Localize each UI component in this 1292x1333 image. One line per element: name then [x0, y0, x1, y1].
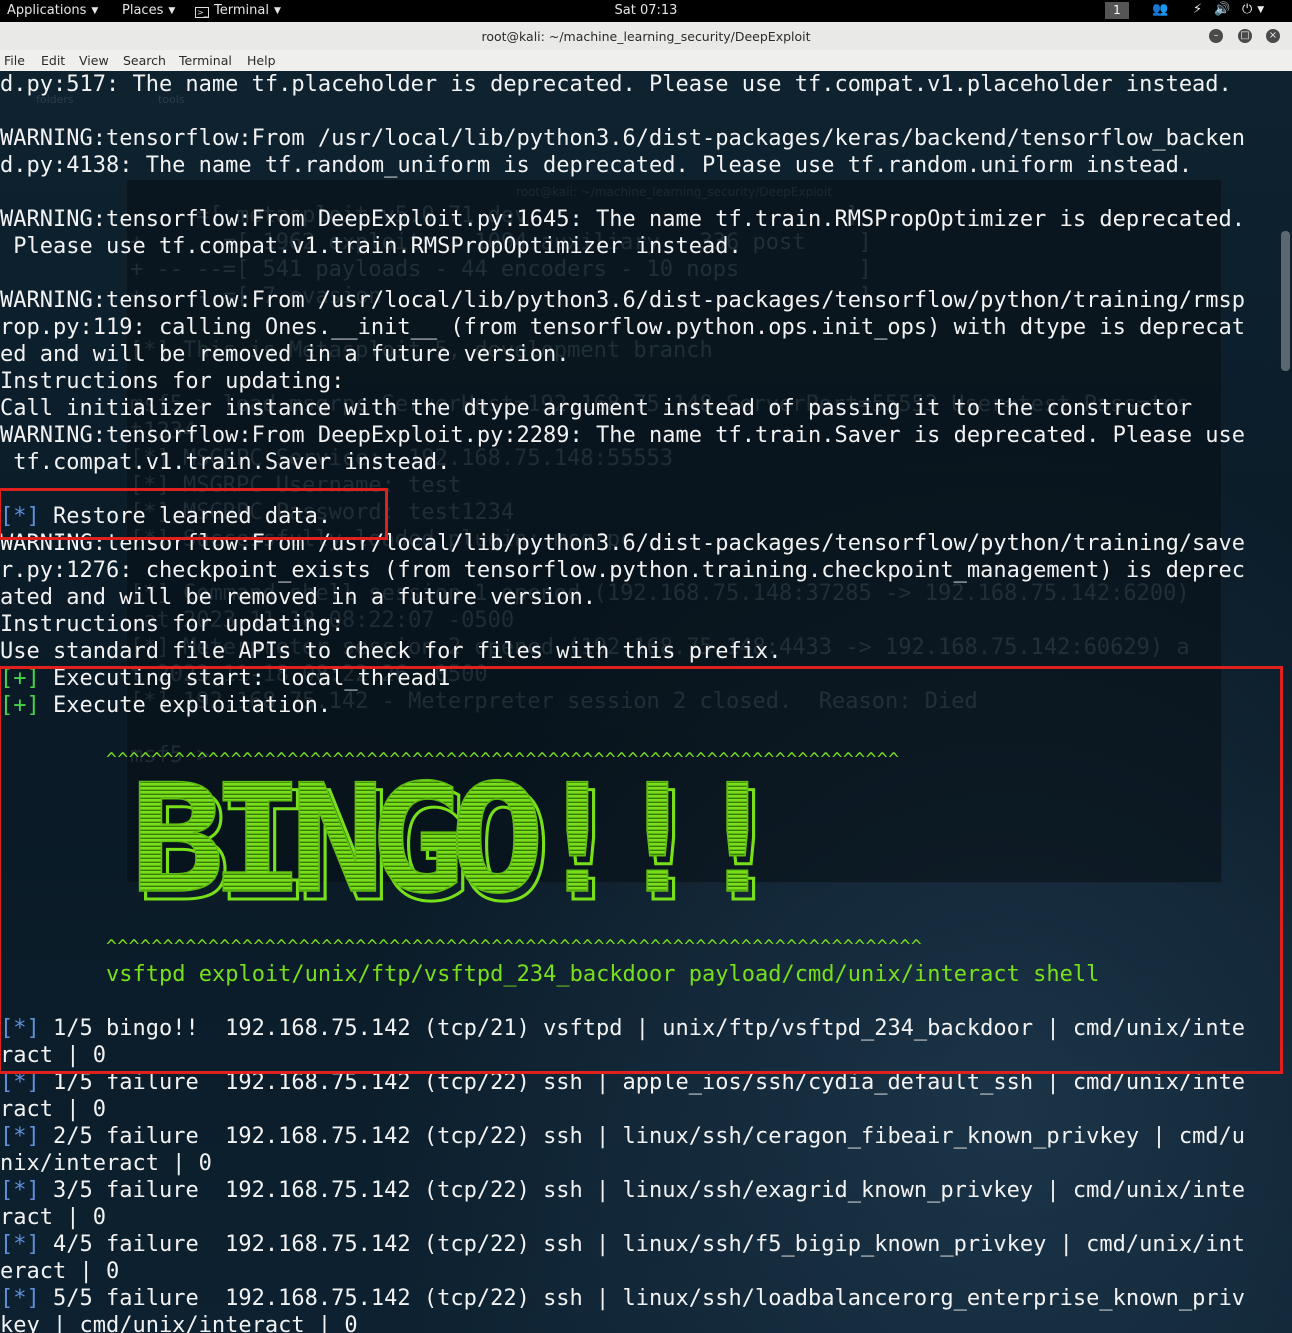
workspace-indicator[interactable]: 1: [1105, 2, 1129, 19]
status-marker: [*]: [0, 1232, 40, 1257]
terminal-line: tf.compat.v1.train.Saver instead.: [0, 450, 451, 475]
close-icon[interactable]: ×: [1266, 29, 1280, 43]
menu-view[interactable]: View: [79, 53, 109, 68]
terminal-line: WARNING:tensorflow:From /usr/local/lib/p…: [0, 126, 1246, 151]
terminal-line: [*] 3/5 failure 192.168.75.142 (tcp/22) …: [0, 1177, 1245, 1204]
scrollbar[interactable]: [1281, 231, 1290, 371]
menu-file[interactable]: File: [4, 53, 25, 68]
terminal-line: ract | 0: [0, 1205, 106, 1230]
terminal-line: [*] 2/5 failure 192.168.75.142 (tcp/22) …: [0, 1123, 1245, 1150]
terminal-line: ract | 0: [0, 1097, 106, 1122]
terminal-line: rop.py:119: calling Ones.__init__ (from …: [0, 315, 1246, 340]
status-marker: [*]: [0, 1124, 40, 1149]
minimize-icon[interactable]: –: [1209, 29, 1223, 43]
menu-edit[interactable]: Edit: [41, 53, 65, 68]
window-titlebar[interactable]: root@kali: ~/machine_learning_security/D…: [0, 22, 1292, 51]
network-icon[interactable]: ⚡: [1193, 2, 1202, 17]
highlight-restore-box: [0, 488, 388, 540]
line-text: 5/5 failure 192.168.75.142 (tcp/22) ssh …: [39, 1286, 1246, 1311]
window-title: root@kali: ~/machine_learning_security/D…: [481, 29, 811, 44]
terminal-line: Instructions for updating:: [0, 612, 345, 637]
status-marker: [*]: [0, 1178, 40, 1203]
menu-search[interactable]: Search: [123, 53, 166, 68]
terminal-line: WARNING:tensorflow:From /usr/local/lib/p…: [0, 288, 1246, 313]
maximize-icon[interactable]: □: [1238, 29, 1252, 43]
highlight-bingo-box: [0, 666, 1283, 1074]
terminal-line: [*] 4/5 failure 192.168.75.142 (tcp/22) …: [0, 1231, 1245, 1258]
clock[interactable]: Sat 07:13: [0, 3, 1292, 18]
terminal-line: d.py:4138: The name tf.random_uniform is…: [0, 153, 1193, 178]
menu-help[interactable]: Help: [247, 53, 276, 68]
people-icon[interactable]: 👥: [1152, 2, 1168, 17]
terminal-line: WARNING:tensorflow:From DeepExploit.py:2…: [0, 423, 1246, 448]
volume-icon[interactable]: 🔊: [1214, 2, 1230, 17]
terminal-line: ated and will be removed in a future ver…: [0, 585, 597, 610]
terminal-line: Please use tf.compat.v1.train.RMSPropOpt…: [0, 234, 742, 259]
terminal-line: r.py:1276: checkpoint_exists (from tenso…: [0, 558, 1246, 583]
menu-bar: File Edit View Search Terminal Help: [0, 50, 1292, 71]
terminal-line: WARNING:tensorflow:From DeepExploit.py:1…: [0, 207, 1246, 232]
terminal-line: Instructions for updating:: [0, 369, 345, 394]
terminal-line: Use standard file APIs to check for file…: [0, 639, 782, 664]
terminal-line: [*] 5/5 failure 192.168.75.142 (tcp/22) …: [0, 1285, 1245, 1312]
background-line: + -- --=[ 541 payloads - 44 encoders - 1…: [130, 257, 872, 282]
power-icon[interactable]: ⏻ ▼: [1242, 2, 1264, 17]
terminal-output[interactable]: folders tools root@kali: ~/machine_learn…: [0, 71, 1292, 1333]
status-marker: [*]: [0, 1286, 40, 1311]
background-window-title: root@kali: ~/machine_learning_security/D…: [516, 185, 832, 199]
line-text: 2/5 failure 192.168.75.142 (tcp/22) ssh …: [39, 1124, 1246, 1149]
terminal-line: d.py:517: The name tf.placeholder is dep…: [0, 72, 1232, 97]
menu-terminal[interactable]: Terminal: [179, 53, 232, 68]
terminal-line: ed and will be removed in a future versi…: [0, 342, 570, 367]
terminal-line: eract | 0: [0, 1259, 120, 1284]
terminal-line: nix/interact | 0: [0, 1151, 212, 1176]
line-text: 4/5 failure 192.168.75.142 (tcp/22) ssh …: [39, 1232, 1246, 1257]
terminal-line: key | cmd/unix/interact | 0: [0, 1313, 358, 1333]
line-text: 3/5 failure 192.168.75.142 (tcp/22) ssh …: [39, 1178, 1246, 1203]
terminal-line: Call initializer instance with the dtype…: [0, 396, 1193, 421]
top-panel: Applications ▼ Places ▼ >_ Terminal ▼ Sat 07…: [0, 0, 1292, 22]
